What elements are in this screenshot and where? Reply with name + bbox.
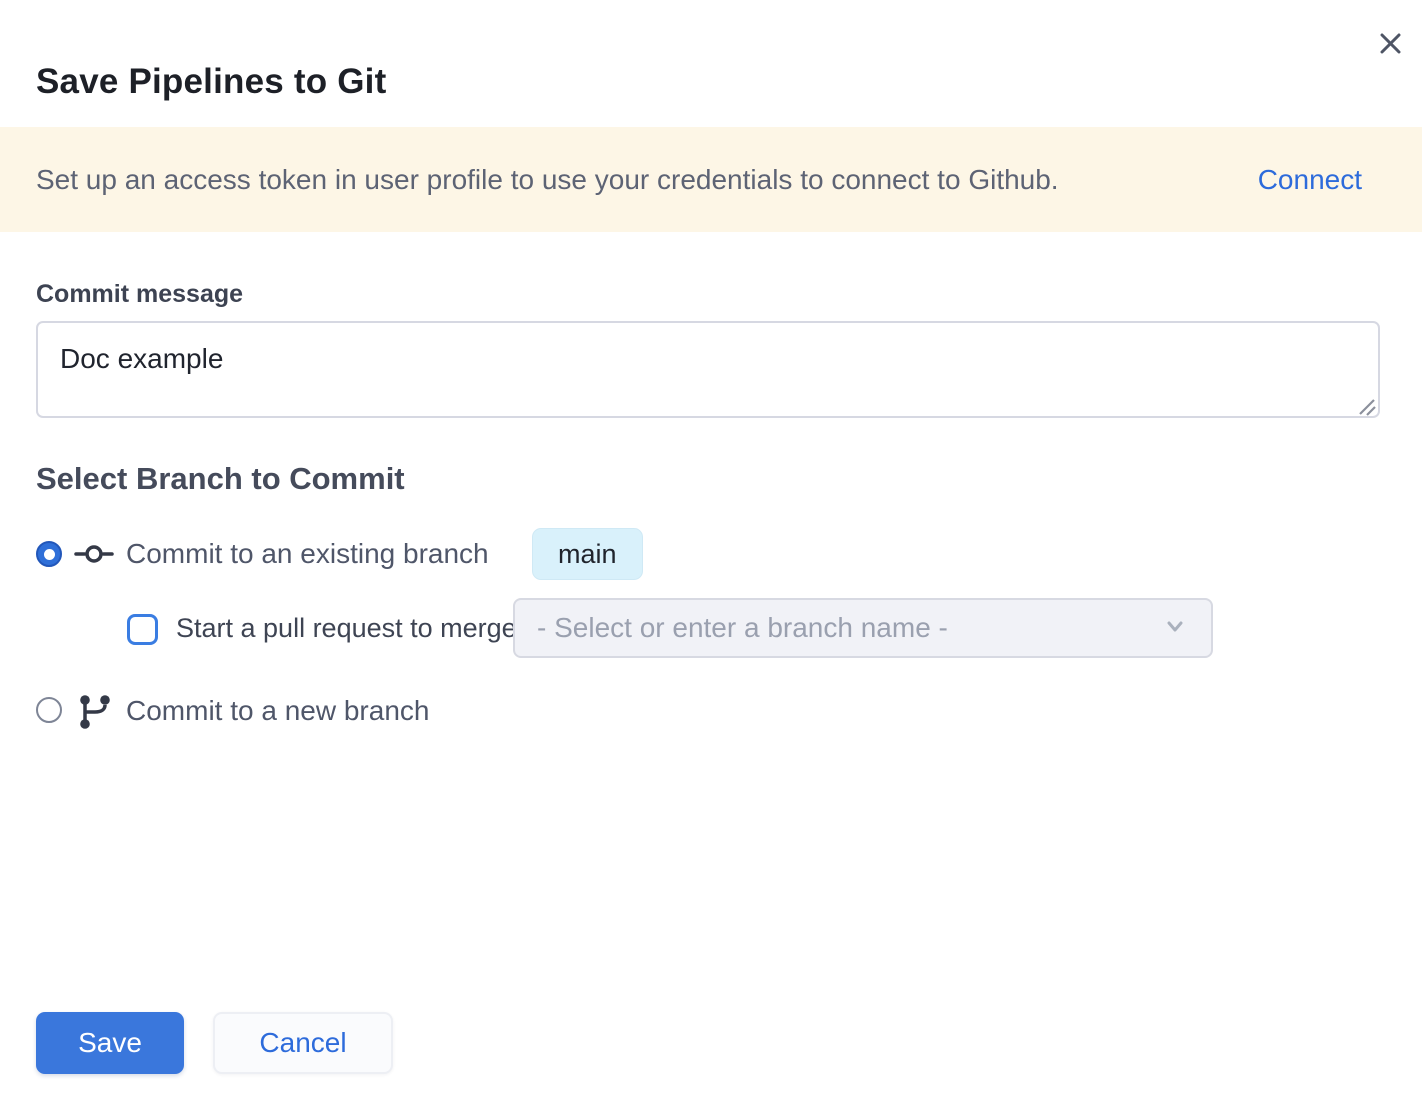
radio-existing-branch[interactable] bbox=[36, 541, 62, 567]
radio-new-branch[interactable] bbox=[36, 697, 62, 723]
cancel-button[interactable]: Cancel bbox=[213, 1012, 393, 1074]
git-commit-icon bbox=[74, 540, 114, 573]
pull-request-checkbox[interactable] bbox=[127, 614, 158, 645]
new-branch-label[interactable]: Commit to a new branch bbox=[126, 695, 429, 727]
merge-branch-select[interactable]: - Select or enter a branch name - bbox=[513, 598, 1213, 658]
commit-message-label: Commit message bbox=[36, 280, 243, 309]
existing-branch-label[interactable]: Commit to an existing branch bbox=[126, 538, 489, 570]
banner-message: Set up an access token in user profile t… bbox=[36, 164, 1059, 196]
chevron-down-icon bbox=[1161, 612, 1189, 645]
close-icon bbox=[1377, 30, 1404, 62]
connect-link[interactable]: Connect bbox=[1258, 164, 1362, 196]
save-pipelines-dialog: Save Pipelines to Git Set up an access t… bbox=[0, 0, 1422, 1116]
pull-request-label[interactable]: Start a pull request to merge bbox=[176, 613, 517, 644]
save-button[interactable]: Save bbox=[36, 1012, 184, 1074]
close-button[interactable] bbox=[1368, 24, 1412, 68]
commit-message-input[interactable]: Doc example bbox=[36, 321, 1380, 418]
branch-select-placeholder: - Select or enter a branch name - bbox=[537, 612, 948, 644]
current-branch-badge: main bbox=[532, 528, 643, 580]
dialog-title: Save Pipelines to Git bbox=[36, 62, 386, 102]
select-branch-heading: Select Branch to Commit bbox=[36, 461, 405, 497]
access-token-banner: Set up an access token in user profile t… bbox=[0, 127, 1422, 232]
git-branch-icon bbox=[77, 692, 113, 737]
